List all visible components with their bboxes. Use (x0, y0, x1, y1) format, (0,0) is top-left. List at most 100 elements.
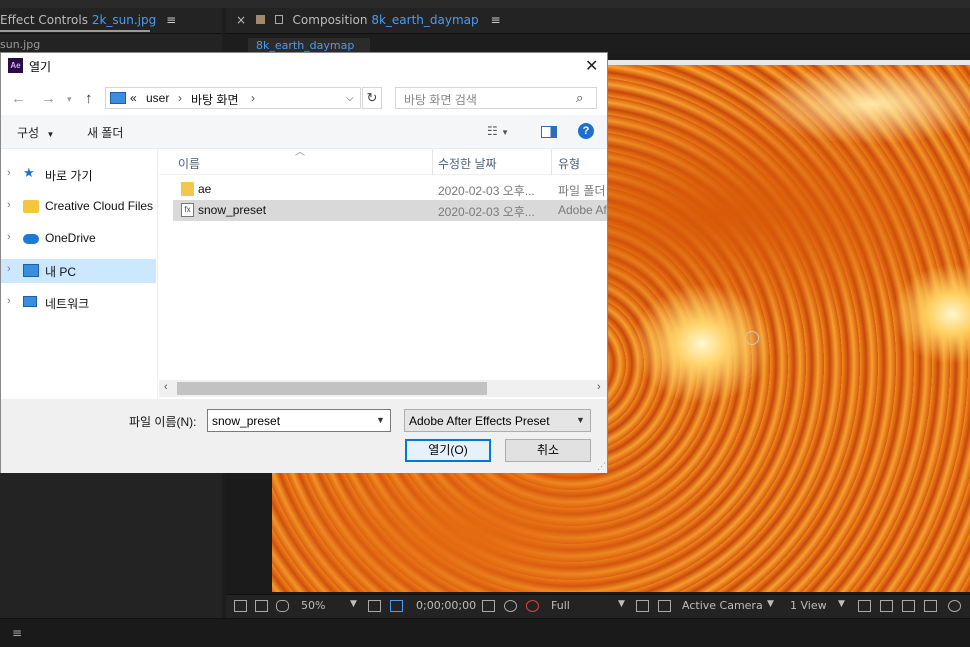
open-file-dialog: Ae 열기 ✕ ← → ▾ ↑ « user › 바탕 화면 › ⌵ ↻ 바탕 … (0, 52, 608, 473)
column-divider[interactable] (432, 149, 433, 175)
camera-select[interactable]: Active Camera (682, 599, 763, 612)
active-tab-underline (0, 30, 150, 32)
address-crumb-user[interactable]: user (146, 91, 169, 105)
resolution-select[interactable]: Full (551, 599, 570, 612)
dialog-titlebar[interactable]: Ae 열기 ✕ (1, 53, 607, 79)
transparency-grid-icon[interactable] (658, 600, 671, 612)
horizontal-scrollbar[interactable]: ‹ › (159, 380, 607, 397)
column-modified[interactable]: 수정한 날짜 (438, 155, 497, 172)
anchor-point-icon[interactable] (745, 331, 759, 345)
show-snapshot-icon[interactable] (504, 600, 517, 612)
organize-button[interactable]: 구성 ▼ (17, 124, 54, 141)
chevron-down-icon[interactable]: ▼ (376, 415, 385, 425)
column-divider[interactable] (551, 149, 552, 175)
open-button[interactable]: 열기(O) (405, 439, 491, 462)
expand-chevron-icon[interactable]: › (7, 295, 11, 307)
new-folder-button[interactable]: 새 폴더 (87, 124, 123, 141)
panel-menu-icon[interactable]: ≡ (166, 13, 176, 27)
nav-item-quick-access[interactable]: › ★ 바로 가기 (1, 163, 156, 187)
comp-panel-menu-icon[interactable]: ≡ (490, 13, 500, 27)
search-icon[interactable]: ⌕ (576, 90, 583, 106)
search-input[interactable]: 바탕 화면 검색 ⌕ (395, 87, 597, 109)
timeline-menu-icon[interactable]: ≡ (12, 626, 22, 640)
left-panel-file: sun.jpg (0, 38, 41, 51)
up-arrow-icon[interactable]: ↑ (85, 90, 93, 107)
file-row[interactable]: ae 2020-02-03 오후... 파일 폴더 (173, 179, 607, 200)
toggle-pixel-aspect-icon[interactable] (858, 600, 871, 612)
filetype-select[interactable]: Adobe After Effects Preset ▼ (404, 409, 591, 432)
desktop-icon (110, 92, 126, 104)
file-name: snow_preset (198, 203, 267, 217)
composition-tab[interactable]: × Composition 8k_earth_daymap ≡ (236, 13, 501, 27)
resolution-dropdown-icon[interactable]: ▼ (618, 599, 625, 609)
preset-file-icon: fx (181, 203, 194, 217)
cancel-button[interactable]: 취소 (505, 439, 591, 462)
crumb-separator-icon[interactable]: › (178, 91, 182, 105)
column-name[interactable]: 이름 (178, 155, 200, 172)
close-tab-icon[interactable]: × (236, 13, 246, 27)
region-of-interest-icon[interactable] (390, 600, 403, 612)
nav-item-label: OneDrive (45, 231, 96, 245)
crumb-separator-icon[interactable]: › (251, 91, 255, 105)
effect-controls-tab[interactable]: Effect Controls 2k_sun.jpg ≡ (0, 13, 176, 27)
nav-item-label: Creative Cloud Files (45, 199, 154, 213)
scroll-left-icon[interactable]: ‹ (164, 381, 168, 393)
filename-value: snow_preset (212, 414, 281, 428)
column-type[interactable]: 유형 (558, 155, 580, 172)
fast-previews-icon[interactable] (636, 600, 649, 612)
zoom-dropdown-icon[interactable]: ▼ (350, 599, 357, 609)
address-bar[interactable]: « user › 바탕 화면 › ⌵ (105, 87, 361, 109)
resize-grip-icon[interactable]: ⋰ (597, 461, 606, 472)
expand-chevron-icon[interactable]: › (7, 167, 11, 179)
forward-arrow-icon[interactable]: → (41, 90, 56, 107)
pc-icon (23, 264, 39, 277)
grid-icon[interactable] (368, 600, 381, 612)
filename-label: 파일 이름(N): (129, 415, 197, 429)
always-preview-icon[interactable] (234, 600, 247, 612)
effect-controls-file: 2k_sun.jpg (91, 13, 157, 27)
preview-pane-icon[interactable] (541, 126, 557, 138)
expand-chevron-icon[interactable]: › (7, 263, 11, 275)
view-options-icon[interactable]: ☷ ▼ (487, 124, 509, 138)
filename-input[interactable]: snow_preset ▼ (207, 409, 391, 432)
help-icon[interactable]: ? (578, 123, 594, 139)
flowchart-icon[interactable] (902, 600, 915, 612)
scroll-right-icon[interactable]: › (597, 381, 601, 393)
back-arrow-icon[interactable]: ← (11, 90, 26, 107)
address-history-chevron-icon[interactable]: ⌵ (346, 93, 354, 104)
expand-chevron-icon[interactable]: › (7, 231, 11, 243)
lock-icon[interactable] (274, 15, 283, 24)
chevron-down-icon[interactable]: ▼ (576, 415, 585, 425)
search-placeholder: 바탕 화면 검색 (404, 93, 477, 107)
file-modified: 2020-02-03 오후... (438, 184, 535, 198)
color-channels-icon[interactable] (526, 600, 539, 612)
close-icon[interactable]: ✕ (585, 56, 598, 76)
organize-label: 구성 (17, 126, 40, 140)
file-modified: 2020-02-03 오후... (438, 205, 535, 219)
nav-item-this-pc[interactable]: › 내 PC (1, 259, 156, 283)
network-tree-icon[interactable] (924, 600, 937, 612)
after-effects-app-icon: Ae (8, 58, 23, 73)
scrollbar-thumb[interactable] (177, 382, 487, 395)
snapshot-icon[interactable] (482, 600, 495, 612)
address-crumb-desktop[interactable]: 바탕 화면 (191, 91, 239, 108)
nav-item-onedrive[interactable]: › OneDrive (1, 227, 156, 251)
nav-item-network[interactable]: › 네트워크 (1, 291, 156, 315)
file-row[interactable]: fx snow_preset 2020-02-03 오후... Adobe Af… (173, 200, 607, 221)
refresh-icon[interactable]: ↻ (362, 87, 382, 109)
address-prefix[interactable]: « (130, 91, 137, 105)
monitor-icon[interactable] (255, 600, 268, 612)
timecode[interactable]: 0;00;00;00 (416, 599, 476, 612)
recent-locations-chevron-icon[interactable]: ▾ (67, 94, 72, 105)
views-dropdown-icon[interactable]: ▼ (838, 599, 845, 609)
nav-item-label: 바로 가기 (45, 169, 93, 183)
expand-chevron-icon[interactable]: › (7, 199, 11, 211)
camera-dropdown-icon[interactable]: ▼ (767, 599, 774, 609)
zoom-select[interactable]: 50% (301, 599, 325, 612)
exposure-icon[interactable] (948, 600, 961, 612)
views-select[interactable]: 1 View (790, 599, 827, 612)
nav-item-creative-cloud[interactable]: › Creative Cloud Files (1, 195, 156, 219)
reset-exposure-icon[interactable] (880, 600, 893, 612)
composition-label: Composition (292, 13, 368, 27)
mask-icon[interactable] (276, 600, 289, 612)
